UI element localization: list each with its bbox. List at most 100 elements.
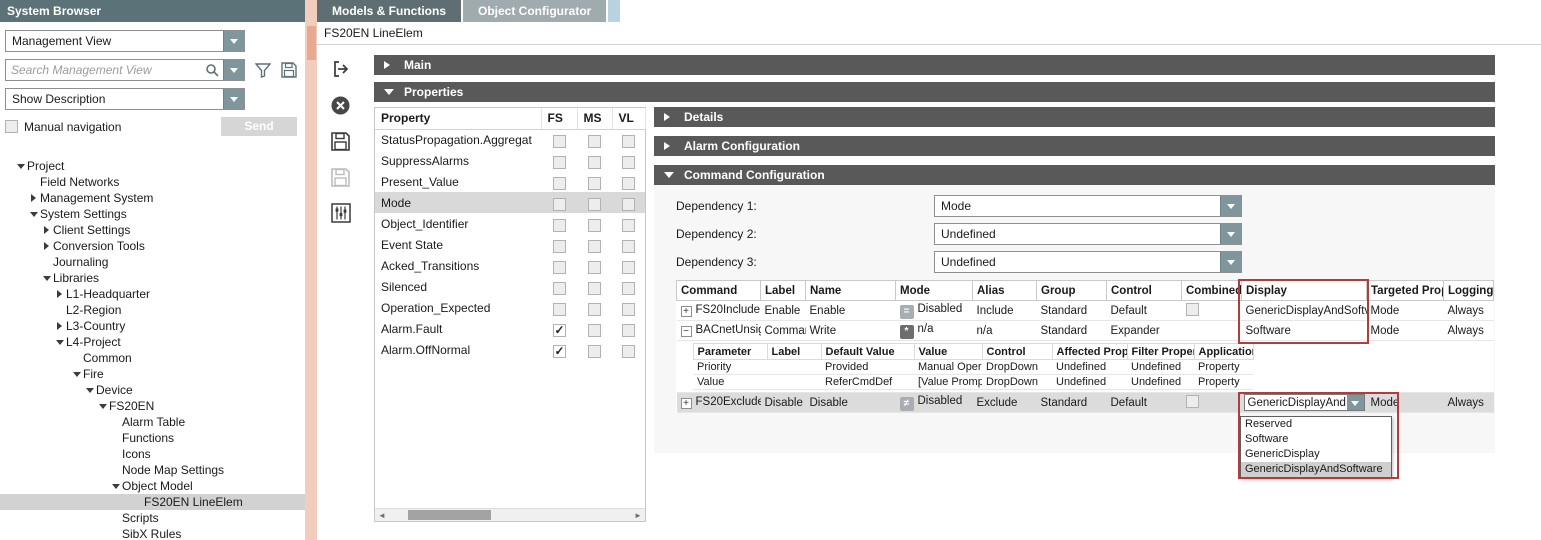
ms-checkbox[interactable] [588, 345, 601, 358]
row-expander-icon[interactable]: − [681, 326, 692, 337]
row-expander-icon[interactable]: + [681, 398, 692, 409]
save-icon[interactable] [329, 129, 353, 153]
save-filter-icon[interactable] [281, 62, 297, 78]
tree-item-l4-project[interactable]: L4-Project [0, 334, 305, 350]
ms-checkbox[interactable] [588, 198, 601, 211]
tree-expander-icon[interactable] [109, 484, 122, 489]
column-header-param-control[interactable]: Control [982, 344, 1052, 360]
tree-item-management-system[interactable]: Management System [0, 190, 305, 206]
tree-item-scripts[interactable]: Scripts [0, 510, 305, 526]
tree-item-project[interactable]: Project [0, 158, 305, 174]
vl-checkbox[interactable] [622, 240, 635, 253]
tree-expander-icon[interactable] [40, 242, 53, 250]
search-input-group[interactable] [5, 59, 245, 81]
column-header-alias[interactable]: Alias [973, 281, 1037, 301]
property-row[interactable]: Alarm.Fault [375, 318, 645, 339]
column-header-mode[interactable]: Mode [896, 281, 973, 301]
chevron-down-icon[interactable] [223, 89, 244, 109]
scroll-right-icon[interactable]: ► [631, 509, 645, 521]
column-header-display[interactable]: Display [1242, 281, 1367, 301]
column-header-targeted-prop[interactable]: Targeted Prop [1367, 281, 1444, 301]
column-filter-icon[interactable] [329, 201, 353, 225]
vl-checkbox[interactable] [622, 198, 635, 211]
property-row-selected[interactable]: Mode [375, 192, 645, 213]
ms-checkbox[interactable] [588, 156, 601, 169]
dependency-3-select[interactable]: Undefined [934, 251, 1242, 273]
cancel-icon[interactable] [329, 93, 353, 117]
scrollbar-thumb[interactable] [408, 510, 490, 520]
fs-checkbox[interactable] [553, 177, 566, 190]
fs-checkbox[interactable] [553, 219, 566, 232]
property-row[interactable]: Present_Value [375, 171, 645, 192]
property-row[interactable]: Operation_Expected [375, 297, 645, 318]
column-header-ms[interactable]: MS [577, 108, 612, 129]
splitter-grip[interactable] [307, 26, 316, 60]
chevron-down-icon[interactable] [223, 60, 244, 80]
search-input[interactable] [6, 60, 201, 80]
tree-item-fs20en[interactable]: FS20EN [0, 398, 305, 414]
command-row-fs20include[interactable]: +FS20Include Enable Enable =Disabled Inc… [677, 301, 1494, 321]
tree-item-alarm-table[interactable]: Alarm Table [0, 414, 305, 430]
tree-item-l2-region[interactable]: L2-Region [0, 302, 305, 318]
dependency-1-select[interactable]: Mode [934, 195, 1242, 217]
column-header-affected-prop[interactable]: Affected Prop [1052, 344, 1127, 360]
tree-expander-icon[interactable] [53, 322, 66, 330]
column-header-combined[interactable]: Combined [1182, 281, 1242, 301]
ms-checkbox[interactable] [588, 282, 601, 295]
dropdown-option-reserved[interactable]: Reserved [1241, 417, 1391, 432]
send-button[interactable]: Send [221, 117, 297, 136]
vl-checkbox[interactable] [622, 282, 635, 295]
chevron-down-icon[interactable] [1220, 224, 1241, 244]
section-alarm-configuration[interactable]: Alarm Configuration [654, 136, 1495, 156]
vl-checkbox[interactable] [622, 303, 635, 316]
tree-item-client-settings[interactable]: Client Settings [0, 222, 305, 238]
property-row[interactable]: Event State [375, 234, 645, 255]
manual-navigation-option[interactable]: Manual navigation [5, 120, 121, 134]
ms-checkbox[interactable] [588, 219, 601, 232]
search-icon[interactable] [201, 60, 223, 80]
tree-item-fs20en-lineelem[interactable]: FS20EN LineElem [0, 494, 305, 510]
scroll-left-icon[interactable]: ◄ [375, 509, 389, 521]
section-details[interactable]: Details [654, 107, 1495, 127]
tree-item-device[interactable]: Device [0, 382, 305, 398]
chevron-down-icon[interactable] [1220, 196, 1241, 216]
cell-display[interactable]: Software [1242, 321, 1367, 341]
combined-checkbox[interactable] [1186, 395, 1199, 408]
tree-expander-icon[interactable] [96, 404, 109, 409]
column-header-control[interactable]: Control [1107, 281, 1182, 301]
column-header-value[interactable]: Value [914, 344, 982, 360]
tree-item-icons[interactable]: Icons [0, 446, 305, 462]
row-expander-icon[interactable]: + [681, 306, 692, 317]
manual-navigation-checkbox[interactable] [5, 120, 18, 133]
display-combobox[interactable]: GenericDisplayAnd [1244, 394, 1365, 411]
column-header-logging[interactable]: Logging [1444, 281, 1494, 301]
column-header-filter-proper[interactable]: Filter Proper [1127, 344, 1194, 360]
property-row[interactable]: Acked_Transitions [375, 255, 645, 276]
vl-checkbox[interactable] [622, 219, 635, 232]
column-header-fs[interactable]: FS [541, 108, 577, 129]
tree-item-field-networks[interactable]: Field Networks [0, 174, 305, 190]
column-header-group[interactable]: Group [1037, 281, 1107, 301]
navigate-icon[interactable] [329, 57, 353, 81]
fs-checkbox[interactable] [553, 345, 566, 358]
dropdown-option-genericdisplay[interactable]: GenericDisplay [1241, 447, 1391, 462]
column-header-default-value[interactable]: Default Value [821, 344, 914, 360]
vl-checkbox[interactable] [622, 261, 635, 274]
dependency-2-select[interactable]: Undefined [934, 223, 1242, 245]
section-properties[interactable]: Properties [374, 82, 1495, 102]
panel-splitter[interactable] [306, 0, 317, 540]
column-header-parameter[interactable]: Parameter [693, 344, 767, 360]
combined-checkbox[interactable] [1186, 303, 1199, 316]
parameter-row-value[interactable]: Value ReferCmdDef [Value Promptec DropDo… [693, 375, 1253, 390]
tree-expander-icon[interactable] [40, 276, 53, 281]
column-header-application[interactable]: Application [1194, 344, 1253, 360]
fs-checkbox[interactable] [553, 261, 566, 274]
tree-expander-icon[interactable] [27, 194, 40, 202]
vl-checkbox[interactable] [622, 156, 635, 169]
property-row[interactable]: Object_Identifier [375, 213, 645, 234]
tree-expander-icon[interactable] [53, 340, 66, 345]
column-header-property[interactable]: Property [375, 108, 541, 129]
parameter-row-priority[interactable]: Priority Provided Manual Operat DropDown… [693, 360, 1253, 375]
horizontal-scrollbar[interactable]: ◄ ► [375, 508, 645, 521]
property-row[interactable]: StatusPropagation.Aggregat [375, 129, 645, 150]
